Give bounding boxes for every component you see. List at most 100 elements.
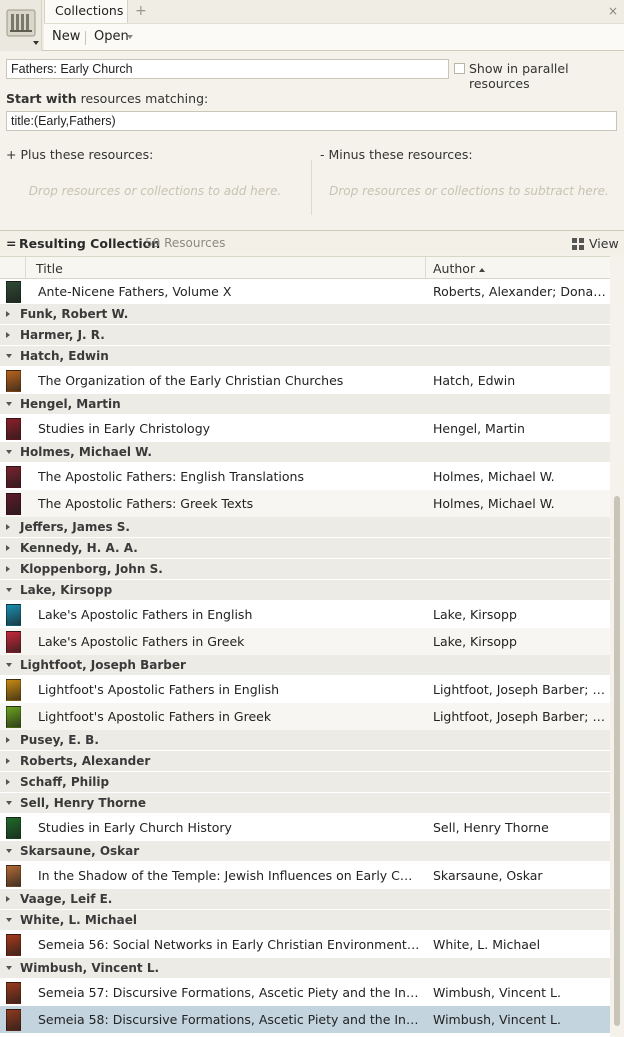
author-group-name: Hengel, Martin xyxy=(20,397,121,411)
add-tab-button[interactable]: + xyxy=(135,3,147,19)
resource-author: Sell, Henry Thorne xyxy=(433,820,549,835)
new-button[interactable]: New xyxy=(52,29,80,44)
resource-count: 59 Resources xyxy=(145,236,226,250)
author-group-row[interactable]: Lightfoot, Joseph Barber xyxy=(0,655,610,676)
author-group-name: Sell, Henry Thorne xyxy=(20,796,146,810)
open-button[interactable]: Open xyxy=(94,29,129,44)
resource-row[interactable]: Lake's Apostolic Fathers in English Lake,… xyxy=(0,601,610,628)
resource-row[interactable]: Studies in Early Christology Hengel, Mart… xyxy=(0,415,610,442)
author-group-row[interactable]: Schaff, Philip xyxy=(0,772,610,793)
resource-row[interactable]: Studies in Early Church History Sell, Hen… xyxy=(0,814,610,841)
parallel-resources-label[interactable]: Show in parallel resources xyxy=(469,61,624,91)
resource-row[interactable]: Lightfoot's Apostolic Fathers in English… xyxy=(0,676,610,703)
book-cover-thumbnail xyxy=(6,1009,21,1031)
author-group-row[interactable]: Kennedy, H. A. A. xyxy=(0,538,610,559)
query-input[interactable] xyxy=(6,111,617,131)
library-menu-button[interactable] xyxy=(0,0,42,51)
column-header-title[interactable]: Title xyxy=(36,261,63,276)
resource-row[interactable]: Semeia 58: Discursive Formations, Asceti… xyxy=(0,1006,610,1033)
author-group-row[interactable]: Jeffers, James S. xyxy=(0,517,610,538)
collapsed-triangle-icon[interactable] xyxy=(6,524,10,530)
expanded-triangle-icon[interactable] xyxy=(6,801,12,805)
book-cover-thumbnail xyxy=(6,865,21,887)
chevron-down-icon[interactable] xyxy=(127,35,133,39)
resource-row[interactable]: Lightfoot's Apostolic Fathers in Greek Li… xyxy=(0,703,610,730)
expanded-triangle-icon[interactable] xyxy=(6,450,12,454)
resource-author: Lake, Kirsopp xyxy=(433,634,517,649)
toolbar: New Open xyxy=(44,23,624,50)
column-header-author[interactable]: Author xyxy=(433,261,486,276)
vertical-scrollbar[interactable] xyxy=(610,256,624,1037)
expanded-triangle-icon[interactable] xyxy=(6,849,12,853)
author-group-row[interactable]: Hengel, Martin xyxy=(0,394,610,415)
author-group-row[interactable]: Wimbush, Vincent L. xyxy=(0,958,610,979)
collapsed-triangle-icon[interactable] xyxy=(6,758,10,764)
equals-icon: = xyxy=(6,236,17,251)
resource-row[interactable]: The Apostolic Fathers: English Translati… xyxy=(0,463,610,490)
author-group-row[interactable]: Vaage, Leif E. xyxy=(0,889,610,910)
resource-author: Roberts, Alexander; Donaldson,.. xyxy=(433,284,609,299)
add-drop-zone[interactable]: Drop resources or collections to add her… xyxy=(0,184,310,198)
author-group-row[interactable]: Funk, Robert W. xyxy=(0,304,610,325)
resource-row[interactable]: The Organization of the Early Christian … xyxy=(0,367,610,394)
expanded-triangle-icon[interactable] xyxy=(6,588,12,592)
resource-title: The Apostolic Fathers: English Translati… xyxy=(38,469,304,484)
collapsed-triangle-icon[interactable] xyxy=(6,311,10,317)
parallel-resources-checkbox[interactable] xyxy=(454,63,465,74)
collapsed-triangle-icon[interactable] xyxy=(6,332,10,338)
toolbar-divider xyxy=(85,31,86,45)
author-group-row[interactable]: Kloppenborg, John S. xyxy=(0,559,610,580)
collapsed-triangle-icon[interactable] xyxy=(6,545,10,551)
expanded-triangle-icon[interactable] xyxy=(6,663,12,667)
author-group-name: Skarsaune, Oskar xyxy=(20,844,140,858)
book-cover-thumbnail xyxy=(6,817,21,839)
author-group-name: White, L. Michael xyxy=(20,913,137,927)
resource-row[interactable]: The Apostolic Fathers: Greek Texts Holmes… xyxy=(0,490,610,517)
resource-author: Wimbush, Vincent L. xyxy=(433,1012,561,1027)
book-cover-thumbnail xyxy=(6,493,21,515)
book-cover-thumbnail xyxy=(6,604,21,626)
book-cover-thumbnail xyxy=(6,466,21,488)
resource-title: Lake's Apostolic Fathers in Greek xyxy=(38,634,245,649)
resource-title: The Organization of the Early Christian … xyxy=(38,373,344,388)
plus-resources-label: + Plus these resources: xyxy=(6,147,154,162)
author-group-row[interactable]: White, L. Michael xyxy=(0,910,610,931)
close-icon[interactable]: × xyxy=(608,4,618,18)
resource-author: White, L. Michael xyxy=(433,937,541,952)
resource-title: The Apostolic Fathers: Greek Texts xyxy=(38,496,254,511)
resource-row[interactable]: Ante-Nicene Fathers, Volume X Roberts, Al… xyxy=(0,279,610,304)
author-group-row[interactable]: Hatch, Edwin xyxy=(0,346,610,367)
book-cover-thumbnail xyxy=(6,418,21,440)
resource-row[interactable]: Semeia 56: Social Networks in Early Chri… xyxy=(0,931,610,958)
collapsed-triangle-icon[interactable] xyxy=(6,737,10,743)
scrollbar-thumb[interactable] xyxy=(614,496,620,1026)
author-group-row[interactable]: Pusey, E. B. xyxy=(0,730,610,751)
resource-author: Lake, Kirsopp xyxy=(433,607,517,622)
collapsed-triangle-icon[interactable] xyxy=(6,896,10,902)
author-group-row[interactable]: Sell, Henry Thorne xyxy=(0,793,610,814)
author-group-name: Vaage, Leif E. xyxy=(20,892,113,906)
column-divider[interactable] xyxy=(425,257,426,279)
collection-name-input[interactable] xyxy=(6,59,449,79)
book-cover-thumbnail xyxy=(6,631,21,653)
author-group-row[interactable]: Skarsaune, Oskar xyxy=(0,841,610,862)
author-group-row[interactable]: Holmes, Michael W. xyxy=(0,442,610,463)
collapsed-triangle-icon[interactable] xyxy=(6,779,10,785)
grid-view-icon[interactable] xyxy=(572,238,584,250)
resource-row[interactable]: Lake's Apostolic Fathers in Greek Lake, K… xyxy=(0,628,610,655)
author-group-row[interactable]: Harmer, J. R. xyxy=(0,325,610,346)
tab-collections[interactable]: Collections xyxy=(44,0,128,23)
expanded-triangle-icon[interactable] xyxy=(6,354,12,358)
resource-row[interactable]: Semeia 57: Discursive Formations, Asceti… xyxy=(0,979,610,1006)
expanded-triangle-icon[interactable] xyxy=(6,918,12,922)
resource-table: Title Author Ante-Nicene Fathers, Volume… xyxy=(0,256,610,1037)
expanded-triangle-icon[interactable] xyxy=(6,402,12,406)
resource-title: Semeia 56: Social Networks in Early Chri… xyxy=(38,937,420,952)
author-group-row[interactable]: Roberts, Alexander xyxy=(0,751,610,772)
subtract-drop-zone[interactable]: Drop resources or collections to subtrac… xyxy=(314,184,624,198)
resource-row[interactable]: In the Shadow of the Temple: Jewish Infl… xyxy=(0,862,610,889)
author-group-row[interactable]: Lake, Kirsopp xyxy=(0,580,610,601)
view-button[interactable]: View xyxy=(589,236,619,251)
collapsed-triangle-icon[interactable] xyxy=(6,566,10,572)
expanded-triangle-icon[interactable] xyxy=(6,966,12,970)
